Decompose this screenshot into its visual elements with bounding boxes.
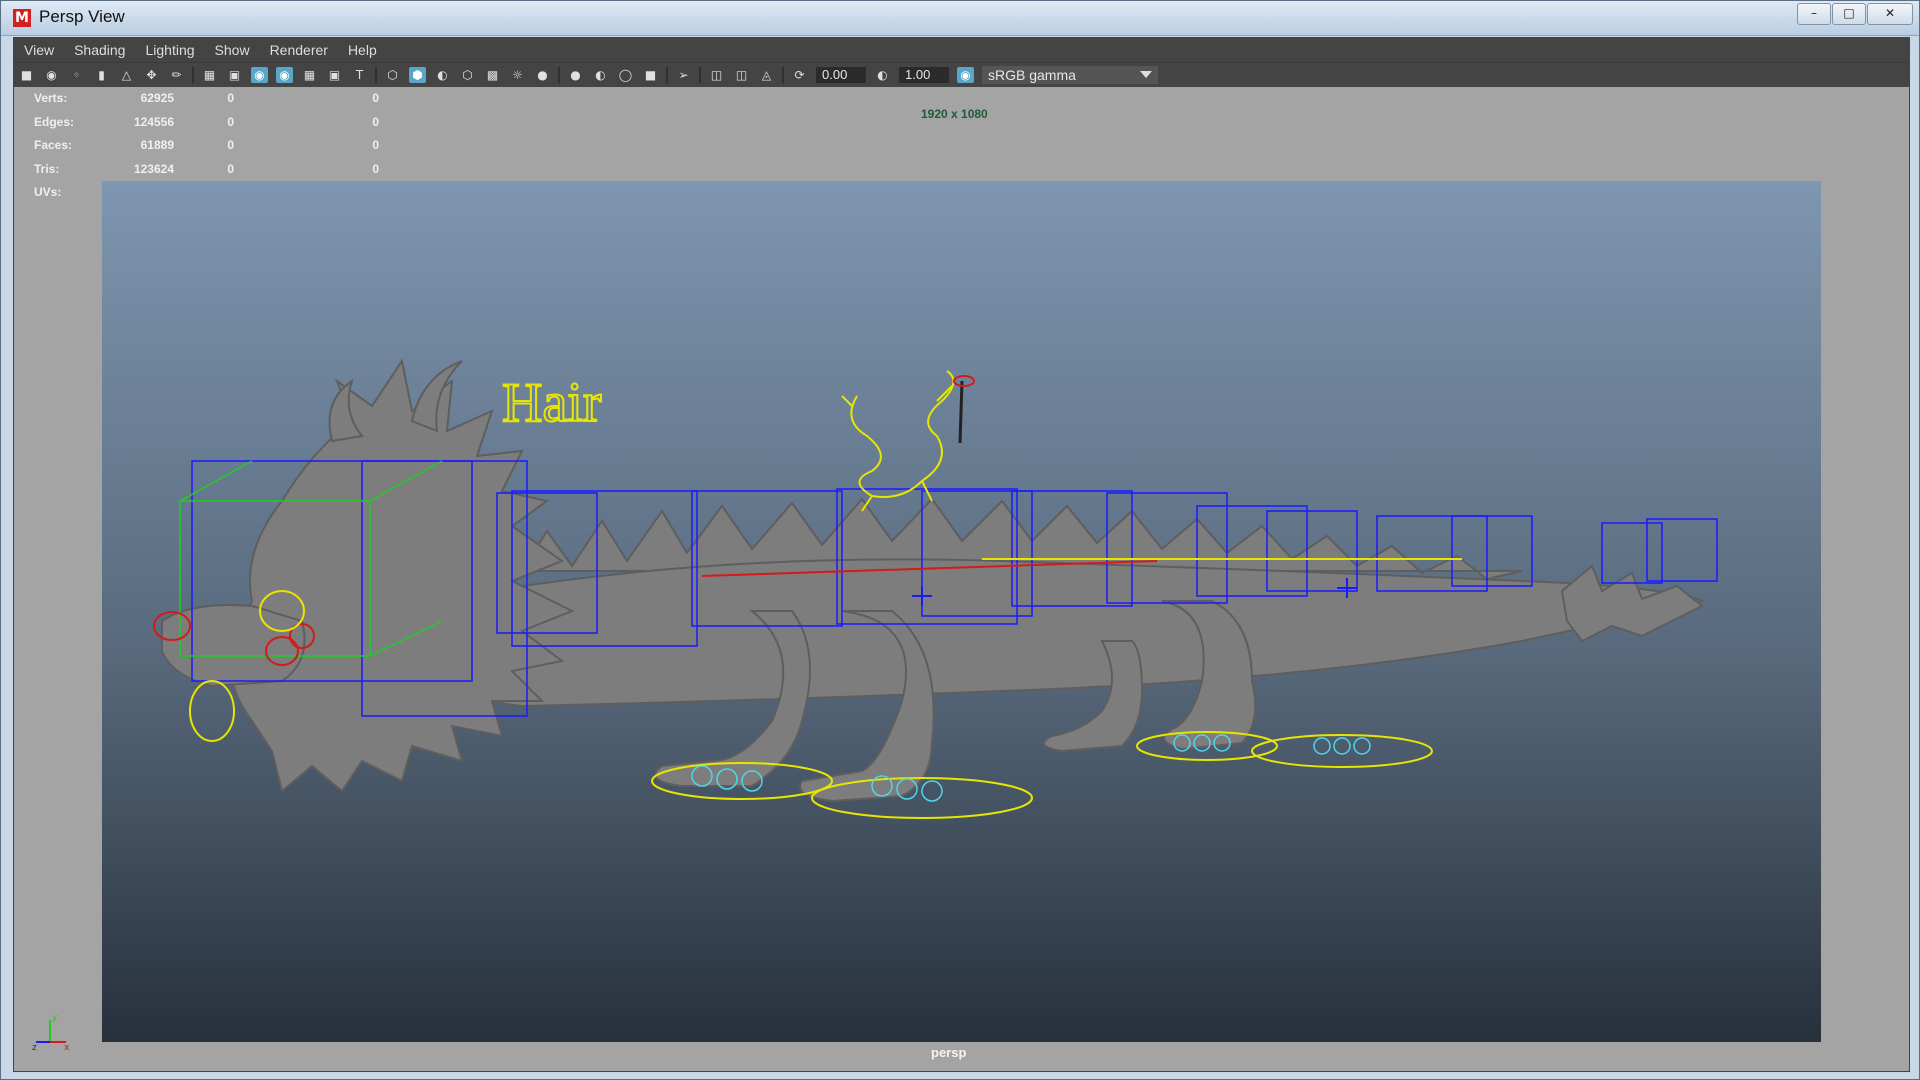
resolution-gate-label: 1920 x 1080 (921, 107, 988, 121)
motion-blur-icon[interactable]: ◐ (592, 67, 609, 83)
camera-name-label: persp (931, 1045, 967, 1060)
gamma-field[interactable]: 1.00 (899, 67, 949, 83)
bookmark-icon[interactable]: ▮ (93, 67, 110, 83)
minimize-icon[interactable]: – (1797, 3, 1831, 25)
xray-joints-icon[interactable]: ◬ (758, 67, 775, 83)
gate-mask-icon[interactable]: ◉ (276, 67, 293, 83)
film-gate-icon[interactable]: ▣ (226, 67, 243, 83)
safe-title-icon[interactable]: T (351, 67, 368, 83)
dragon-symbol-control (841, 370, 955, 512)
axis-label-z: z (32, 1043, 37, 1052)
horn-2 (410, 360, 463, 433)
panel-menubar: View Shading Lighting Show Renderer Help (14, 38, 1909, 62)
menu-renderer[interactable]: Renderer (260, 42, 338, 58)
exposure-icon[interactable]: ⟳ (791, 67, 808, 83)
title-bar[interactable]: M Persp View – □ ✕ (1, 1, 1919, 36)
menu-shading[interactable]: Shading (64, 42, 135, 58)
isolate-select-icon[interactable]: ➢ (675, 67, 692, 83)
image-plane-icon[interactable]: △ (118, 67, 135, 83)
maya-app-icon: M (13, 9, 31, 27)
body (431, 558, 1706, 708)
hud-value: 123624 (133, 161, 174, 176)
select-camera-icon[interactable]: ■ (18, 67, 35, 83)
persp-viewport[interactable]: Verts: 62925 0 0 Edges: 124556 0 0 Faces… (14, 87, 1909, 1071)
hud-row-faces: Faces: 61889 0 0 (34, 138, 379, 162)
toolbar-separator (666, 67, 668, 83)
resolution-gate-area[interactable]: Hair (102, 181, 1821, 1042)
xray-active-components-icon[interactable]: ◫ (733, 67, 750, 83)
view-transform-value: sRGB gamma (988, 67, 1076, 83)
window-controls: – □ ✕ (1796, 3, 1913, 25)
window-title: Persp View (39, 7, 125, 26)
hud-value: 0 (372, 161, 379, 176)
toolbar-separator (699, 67, 701, 83)
textured-icon[interactable]: ▩ (484, 67, 501, 83)
depth-of-field-icon[interactable]: ■ (642, 67, 659, 83)
maximize-icon[interactable]: □ (1832, 3, 1866, 25)
axis-label-x: x (64, 1043, 70, 1052)
dragon-mesh (161, 358, 1706, 803)
color-management-toggle-icon[interactable]: ◉ (957, 67, 974, 83)
field-chart-icon[interactable]: ▦ (301, 67, 318, 83)
hud-label: Faces: (34, 138, 73, 152)
default-material-icon[interactable]: ◐ (434, 67, 451, 83)
tail-tuft (1560, 564, 1704, 643)
hud-label: Edges: (34, 114, 75, 129)
hud-value: 0 (227, 91, 234, 105)
use-all-lights-icon[interactable]: ☼ (509, 67, 526, 83)
wireframe-icon[interactable]: ⬡ (384, 67, 401, 83)
dragon-rig-scene[interactable]: Hair (102, 181, 1821, 1042)
control-box (1646, 518, 1718, 582)
xray-icon[interactable]: ◫ (708, 67, 725, 83)
hud-row-edges: Edges: 124556 0 0 (34, 114, 379, 139)
hair-control-label: Hair (502, 372, 602, 434)
hud-row-verts: Verts: 62925 0 0 (34, 91, 379, 115)
hud-value: 62925 (140, 91, 174, 105)
maya-window: M Persp View – □ ✕ View Shading Lighting… (0, 0, 1920, 1080)
dragon-symbol-pin-head (953, 375, 975, 387)
toolbar-separator (782, 67, 784, 83)
snout (161, 604, 306, 688)
camera-attributes-icon[interactable]: ◉ (43, 67, 60, 83)
menu-show[interactable]: Show (205, 42, 260, 58)
close-icon[interactable]: ✕ (1867, 3, 1913, 25)
chevron-down-icon (1140, 71, 1152, 78)
model-panel: View Shading Lighting Show Renderer Help… (13, 37, 1910, 1072)
panel-toolbar: ■ ◉ ◦ ▮ △ ✥ ✏ ▦ ▣ ◉ ◉ ▦ ▣ T ⬡ ⬢ ◐ ⬡ ▩ ☼ … (14, 62, 1909, 87)
hud-value: 124556 (133, 114, 174, 129)
menu-view[interactable]: View (14, 42, 64, 58)
grease-pencil-icon[interactable]: ✏ (168, 67, 185, 83)
screen-space-ao-icon[interactable]: ● (567, 67, 584, 83)
toolbar-separator (375, 67, 377, 83)
wireframe-on-shaded-icon[interactable]: ⬡ (459, 67, 476, 83)
hud-value: 0 (372, 91, 379, 105)
resolution-gate-icon[interactable]: ◉ (251, 67, 268, 83)
smooth-shade-icon[interactable]: ⬢ (409, 67, 426, 83)
hud-value: 0 (227, 138, 234, 152)
menu-help[interactable]: Help (338, 42, 387, 58)
hud-value: 0 (227, 161, 234, 176)
shadows-icon[interactable]: ● (534, 67, 551, 83)
hud-value: 0 (372, 138, 379, 152)
exposure-field[interactable]: 0.00 (816, 67, 866, 83)
view-axis-indicator: x y z (32, 1013, 70, 1052)
hud-value: 0 (372, 114, 379, 129)
two-d-pan-icon[interactable]: ✥ (143, 67, 160, 83)
view-transform-select[interactable]: sRGB gamma (982, 66, 1158, 84)
hud-label: Tris: (34, 161, 60, 176)
bookmarks-icon[interactable]: ◦ (68, 67, 85, 83)
hud-value: 61889 (140, 138, 174, 152)
hud-value: 0 (227, 114, 234, 129)
hud-label: Verts: (34, 91, 68, 105)
toolbar-separator (192, 67, 194, 83)
dragon-symbol-pin (958, 380, 964, 444)
safe-action-icon[interactable]: ▣ (326, 67, 343, 83)
menu-lighting[interactable]: Lighting (135, 42, 204, 58)
grid-icon[interactable]: ▦ (201, 67, 218, 83)
axis-label-y: y (52, 1013, 58, 1023)
anti-aliasing-icon[interactable]: ◯ (617, 67, 634, 83)
toolbar-separator (558, 67, 560, 83)
hud-label: UVs: (34, 185, 62, 199)
gamma-icon[interactable]: ◐ (874, 67, 891, 83)
